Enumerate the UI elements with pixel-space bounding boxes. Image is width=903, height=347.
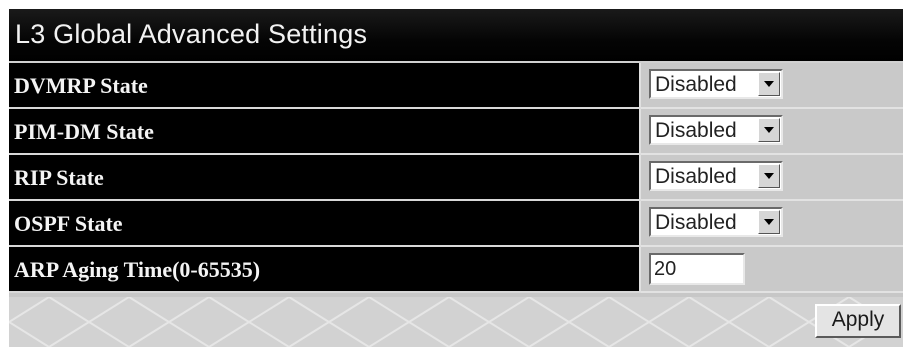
row-label-rip-state: RIP State bbox=[14, 165, 104, 190]
select-value: Disabled bbox=[655, 73, 737, 96]
pim-dm-state-select[interactable]: Disabled bbox=[649, 115, 783, 145]
apply-button[interactable]: Apply bbox=[815, 304, 901, 338]
panel-footer: Apply bbox=[9, 297, 903, 347]
settings-row-arp-aging-time: ARP Aging Time(0-65535) bbox=[9, 247, 903, 293]
dvmrp-state-select[interactable]: Disabled bbox=[649, 69, 783, 99]
select-value: Disabled bbox=[655, 119, 737, 142]
panel-title: L3 Global Advanced Settings bbox=[15, 19, 368, 49]
settings-row-dvmrp-state: DVMRP State Disabled bbox=[9, 63, 903, 109]
row-label-cell: RIP State bbox=[9, 155, 641, 201]
panel-header: L3 Global Advanced Settings bbox=[9, 9, 903, 63]
ospf-state-select[interactable]: Disabled bbox=[649, 207, 783, 237]
settings-panel: L3 Global Advanced Settings DVMRP State … bbox=[9, 9, 903, 347]
settings-row-ospf-state: OSPF State Disabled bbox=[9, 201, 903, 247]
settings-row-rip-state: RIP State Disabled bbox=[9, 155, 903, 201]
rip-state-select[interactable]: Disabled bbox=[649, 161, 783, 191]
dropdown-arrow-icon[interactable] bbox=[758, 210, 780, 234]
row-label-cell: OSPF State bbox=[9, 201, 641, 247]
select-value: Disabled bbox=[655, 211, 737, 234]
settings-row-pim-dm-state: PIM-DM State Disabled bbox=[9, 109, 903, 155]
row-label-cell: DVMRP State bbox=[9, 63, 641, 109]
dropdown-arrow-icon[interactable] bbox=[758, 164, 780, 188]
row-label-ospf-state: OSPF State bbox=[14, 211, 123, 236]
row-label-arp-aging-time: ARP Aging Time(0-65535) bbox=[14, 257, 261, 282]
row-label-cell: ARP Aging Time(0-65535) bbox=[9, 247, 641, 293]
row-label-cell: PIM-DM State bbox=[9, 109, 641, 155]
dropdown-arrow-icon[interactable] bbox=[758, 72, 780, 96]
row-label-dvmrp-state: DVMRP State bbox=[14, 73, 148, 98]
row-value-cell: Disabled bbox=[641, 63, 903, 109]
select-value: Disabled bbox=[655, 165, 737, 188]
arp-aging-time-input[interactable] bbox=[649, 253, 745, 285]
dropdown-arrow-icon[interactable] bbox=[758, 118, 780, 142]
row-value-cell: Disabled bbox=[641, 109, 903, 155]
footer-background-pattern bbox=[9, 297, 891, 347]
row-value-cell bbox=[641, 247, 903, 293]
row-value-cell: Disabled bbox=[641, 155, 903, 201]
row-value-cell: Disabled bbox=[641, 201, 903, 247]
row-label-pim-dm-state: PIM-DM State bbox=[14, 119, 154, 144]
